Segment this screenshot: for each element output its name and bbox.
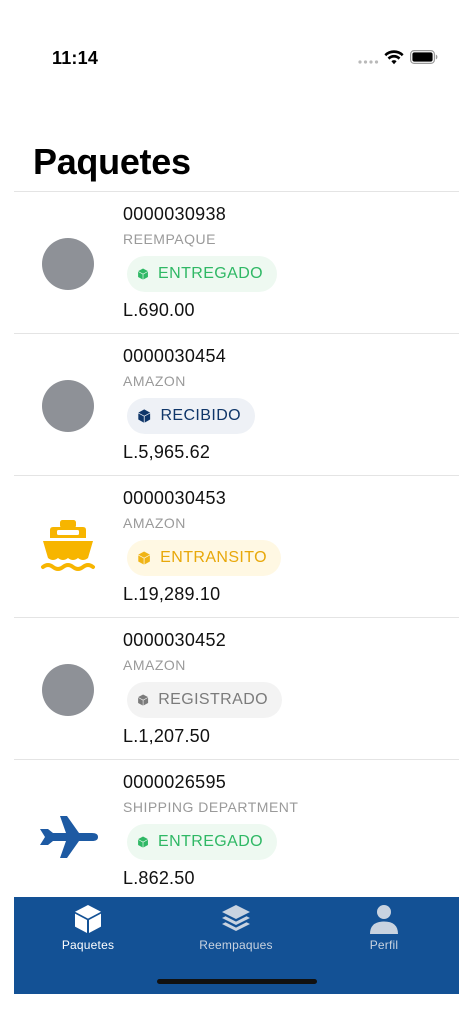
package-row[interactable]: 0000030938 REEMPAQUE ENTREGADO L.690.00 [14,192,459,334]
tab-perfil[interactable]: Perfil [310,897,458,959]
placeholder-circle-icon [42,238,94,290]
package-thumbnail [38,802,98,862]
status-label: REGISTRADO [158,691,268,708]
airplane-icon [40,816,98,858]
status-badge: ENTRANSITO [127,540,281,576]
person-icon [370,905,398,934]
box-icon [75,905,101,933]
status-label: ENTREGADO [158,833,263,850]
placeholder-circle-icon [42,664,94,716]
package-price: L.862.50 [123,868,195,888]
package-price: L.19,289.10 [123,584,221,604]
status-bar: 11:14 [0,0,473,100]
box-icon [138,551,150,565]
box-icon [138,836,148,848]
status-label: ENTRANSITO [160,549,267,566]
package-row[interactable]: 0000030452 AMAZON REGISTRADO L.1,207.50 [14,618,459,760]
package-price: L.690.00 [123,300,195,320]
package-origin: AMAZON [123,657,186,673]
status-label: RECIBIDO [160,407,241,424]
layers-icon [222,905,250,931]
package-number: 0000030938 [123,204,227,224]
package-number: 0000030453 [123,488,227,508]
package-origin: SHIPPING DEPARTMENT [123,799,299,815]
placeholder-circle-icon [42,380,94,432]
battery-icon [410,50,438,64]
package-origin: AMAZON [123,515,186,531]
package-number: 0000026595 [123,772,227,792]
wifi-icon [384,50,404,65]
package-price: L.5,965.62 [123,442,211,462]
tab-paquetes[interactable]: Paquetes [14,897,162,959]
package-thumbnail [38,376,98,436]
status-badge: REGISTRADO [127,682,282,718]
package-number: 0000030454 [123,346,227,366]
package-origin: AMAZON [123,373,186,389]
package-number: 0000030452 [123,630,227,650]
package-row[interactable]: 0000030453 AMAZON ENTRANSITO L.19,289.10 [14,476,459,618]
box-icon [138,694,149,706]
package-thumbnail [38,660,98,720]
status-badge: RECIBIDO [127,398,255,434]
tab-label: Perfil [369,938,399,952]
tab-label: Reempaques [199,938,273,952]
package-thumbnail [38,234,98,294]
package-price: L.1,207.50 [123,726,211,746]
status-label: ENTREGADO [158,265,263,282]
package-list[interactable]: 0000030938 REEMPAQUE ENTREGADO L.690.00 … [14,192,459,897]
package-row[interactable]: 0000026595 SHIPPING DEPARTMENT ENTREGADO… [14,760,459,897]
ship-icon [41,520,95,571]
package-thumbnail [38,518,98,578]
cellular-signal-icon [358,60,379,64]
package-origin: REEMPAQUE [123,231,216,247]
box-icon [138,409,151,423]
status-time: 11:14 [52,48,99,68]
tab-label: Paquetes [61,938,115,952]
page-title: Paquetes [33,141,191,182]
box-icon [138,268,148,280]
tab-reempaques[interactable]: Reempaques [162,897,310,959]
status-badge: ENTREGADO [127,824,277,860]
home-indicator[interactable] [157,979,317,984]
package-row[interactable]: 0000030454 AMAZON RECIBIDO L.5,965.62 [14,334,459,476]
status-badge: ENTREGADO [127,256,277,292]
